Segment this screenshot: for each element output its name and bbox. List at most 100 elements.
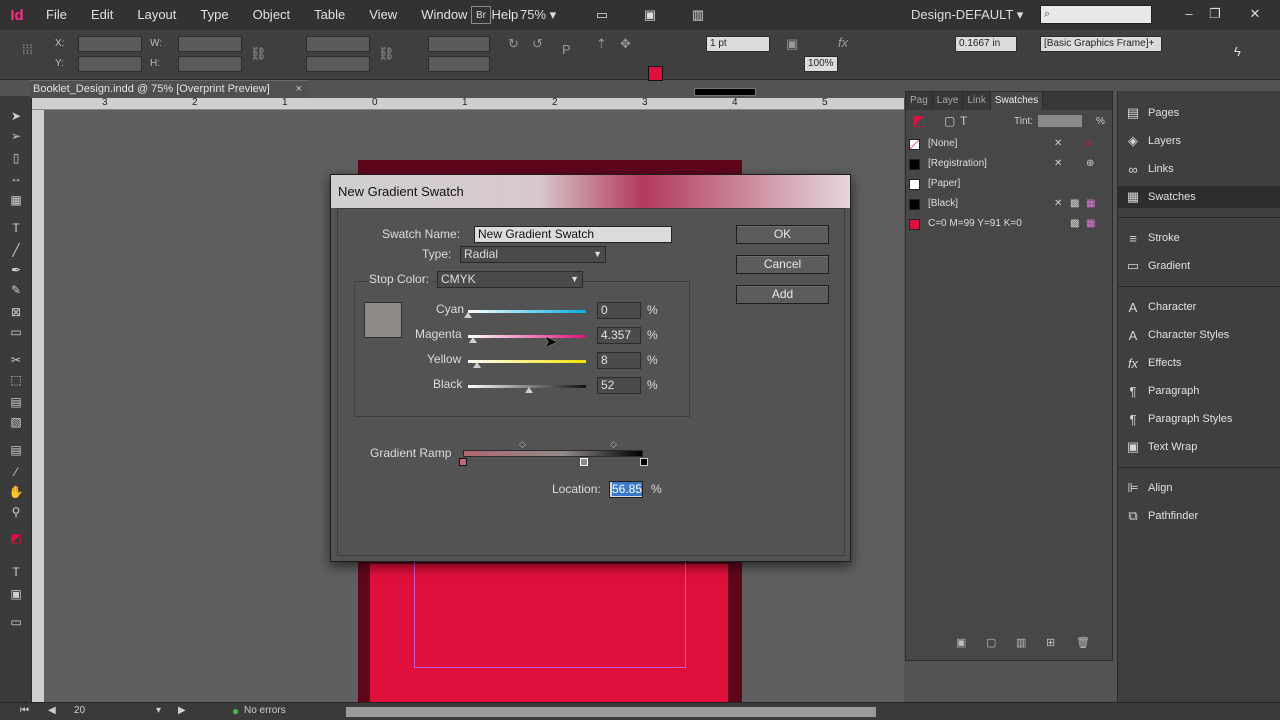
magenta-slider-thumb[interactable] — [469, 337, 478, 343]
menu-file[interactable]: File — [34, 0, 79, 30]
type-select[interactable]: Radial ▼ — [460, 246, 606, 263]
previous-page-icon[interactable]: ◀ — [48, 705, 56, 716]
select-next-icon[interactable]: ✥ — [620, 36, 631, 52]
swatch-row[interactable]: C=0 M=99 Y=91 K=0 ▩ ▦ — [906, 214, 1112, 234]
stroke-weight-field[interactable]: 1 pt — [706, 36, 770, 52]
constrain-proportions-icon[interactable]: ⛓ — [250, 46, 267, 62]
container-icon[interactable]: ▢ — [944, 114, 955, 128]
show-gradient-swatches-icon[interactable]: ▥ — [1016, 636, 1026, 649]
gap-tool-icon[interactable]: ↔ — [7, 170, 25, 186]
lightning-icon[interactable]: ϟ — [1234, 44, 1241, 59]
screen-mode-tool-icon[interactable]: ▭ — [7, 614, 25, 630]
black-value-field[interactable]: 52 — [597, 377, 641, 394]
fill-stroke-icon[interactable]: ◩ — [912, 112, 925, 129]
constrain-scale-icon[interactable]: ⛓ — [378, 46, 395, 62]
x-field[interactable] — [78, 36, 142, 52]
arrange-documents-icon[interactable]: ▥ — [688, 6, 708, 24]
dock-item-paragraph-styles[interactable]: ¶ Paragraph Styles — [1118, 408, 1280, 430]
gradient-swatch-tool-icon[interactable]: ▤ — [7, 394, 25, 410]
rectangle-frame-tool-icon[interactable]: ⊠ — [7, 304, 25, 320]
show-color-swatches-icon[interactable]: ▢ — [986, 636, 996, 649]
page-tool-icon[interactable]: ▯ — [7, 150, 25, 166]
h-field[interactable] — [178, 56, 242, 72]
yellow-slider[interactable] — [468, 360, 586, 363]
scale-y-field[interactable] — [306, 56, 370, 72]
help-search-input[interactable]: ⌕ — [1040, 5, 1152, 24]
magenta-value-field[interactable]: 4.357 — [597, 327, 641, 344]
view-options-icon[interactable]: ▭ — [592, 6, 612, 24]
opacity-field[interactable]: 100% — [804, 56, 838, 72]
dock-item-swatches[interactable]: ▦ Swatches — [1118, 186, 1280, 208]
chevron-down-icon[interactable]: ▾ — [156, 705, 161, 716]
dock-item-stroke[interactable]: ≡ Stroke — [1118, 227, 1280, 249]
w-field[interactable] — [178, 36, 242, 52]
fill-swatch[interactable] — [648, 66, 663, 81]
dock-item-paragraph[interactable]: ¶ Paragraph — [1118, 380, 1280, 402]
cyan-slider[interactable] — [468, 310, 586, 313]
swatch-row[interactable]: [Black] ✕ ▩ ▦ — [906, 194, 1112, 214]
next-page-icon[interactable]: ▶ — [178, 705, 186, 716]
menu-edit[interactable]: Edit — [79, 0, 125, 30]
location-field[interactable]: 56.85 — [609, 481, 643, 498]
minimize-button[interactable]: – — [1178, 5, 1200, 23]
rectangle-tool-icon[interactable]: ▭ — [7, 324, 25, 340]
gradient-ramp[interactable] — [463, 450, 643, 457]
dock-item-text-wrap[interactable]: ▣ Text Wrap — [1118, 436, 1280, 458]
shear-field[interactable] — [428, 56, 490, 72]
stop-color-select[interactable]: CMYK ▼ — [437, 271, 583, 288]
formatting-affects-text-icon[interactable]: T — [7, 564, 25, 580]
hand-tool-icon[interactable]: ✋ — [7, 484, 25, 500]
dock-item-gradient[interactable]: ▭ Gradient — [1118, 255, 1280, 277]
midpoint-diamond-icon[interactable]: ◇ — [610, 439, 617, 450]
swatch-name-field[interactable]: New Gradient Swatch — [474, 226, 672, 243]
free-transform-tool-icon[interactable]: ⬚ — [7, 372, 25, 388]
cancel-button[interactable]: Cancel — [736, 255, 829, 274]
magenta-slider[interactable] — [468, 335, 586, 338]
cyan-slider-thumb[interactable] — [464, 312, 472, 318]
show-swatches-icon[interactable]: ▣ — [956, 636, 966, 649]
workspace-switcher[interactable]: Design-DEFAULT ▾ — [911, 7, 1023, 23]
yellow-value-field[interactable]: 8 — [597, 352, 641, 369]
dock-item-character-styles[interactable]: A Character Styles — [1118, 324, 1280, 346]
gradient-stop-start[interactable] — [459, 458, 467, 466]
new-swatch-icon[interactable]: ⊞ — [1046, 636, 1055, 649]
tint-field[interactable] — [1038, 115, 1082, 127]
add-button[interactable]: Add — [736, 285, 829, 304]
object-style-select[interactable]: [Basic Graphics Frame]+ — [1040, 36, 1162, 52]
gradient-stop-end[interactable] — [640, 458, 648, 466]
select-container-icon[interactable]: ⇡ — [596, 36, 607, 52]
page-number-field[interactable]: 20 — [74, 705, 85, 716]
apply-color-icon[interactable]: ▣ — [7, 586, 25, 602]
preflight-status[interactable]: No errors — [244, 705, 286, 716]
offset-field[interactable]: 0.1667 in — [955, 36, 1017, 52]
zoom-level-select[interactable]: 75% ▾ — [520, 7, 556, 23]
cyan-value-field[interactable]: 0 — [597, 302, 641, 319]
tab-swatches[interactable]: Swatches — [990, 92, 1044, 110]
dock-item-layers[interactable]: ◈ Layers — [1118, 130, 1280, 152]
horizontal-scrollbar[interactable] — [346, 707, 876, 717]
menu-window[interactable]: Window — [409, 0, 479, 30]
pencil-tool-icon[interactable]: ✎ — [7, 282, 25, 298]
y-field[interactable] — [78, 56, 142, 72]
reference-point-icon[interactable]: ⁞⁞⁞ — [22, 42, 33, 57]
dock-item-align[interactable]: ⊫ Align — [1118, 477, 1280, 499]
midpoint-diamond-icon[interactable]: ◇ — [519, 439, 526, 450]
eyedropper-tool-icon[interactable]: ⁄ — [7, 464, 25, 480]
selection-tool-icon[interactable]: ➤ — [7, 108, 25, 124]
yellow-slider-thumb[interactable] — [473, 362, 482, 368]
menu-type[interactable]: Type — [188, 0, 240, 30]
text-icon[interactable]: T — [960, 114, 967, 128]
rotate-icon[interactable]: ↻ — [508, 36, 519, 52]
vertical-ruler[interactable] — [32, 110, 44, 702]
type-tool-icon[interactable]: T — [7, 220, 25, 236]
dialog-title-bar[interactable]: New Gradient Swatch — [331, 175, 850, 208]
rotation-field[interactable] — [428, 36, 490, 52]
note-tool-icon[interactable]: ▤ — [7, 442, 25, 458]
dock-item-links[interactable]: ∞ Links — [1118, 158, 1280, 180]
close-icon[interactable]: × — [296, 81, 302, 98]
dock-item-effects[interactable]: fx Effects — [1118, 352, 1280, 374]
document-tab[interactable]: Booklet_Design.indd @ 75% [Overprint Pre… — [30, 80, 308, 98]
horizontal-ruler[interactable]: 3 2 1 0 1 2 3 4 5 — [32, 97, 904, 110]
dock-item-pathfinder[interactable]: ⧉ Pathfinder — [1118, 505, 1280, 527]
gradient-stop-selected[interactable] — [580, 458, 588, 466]
